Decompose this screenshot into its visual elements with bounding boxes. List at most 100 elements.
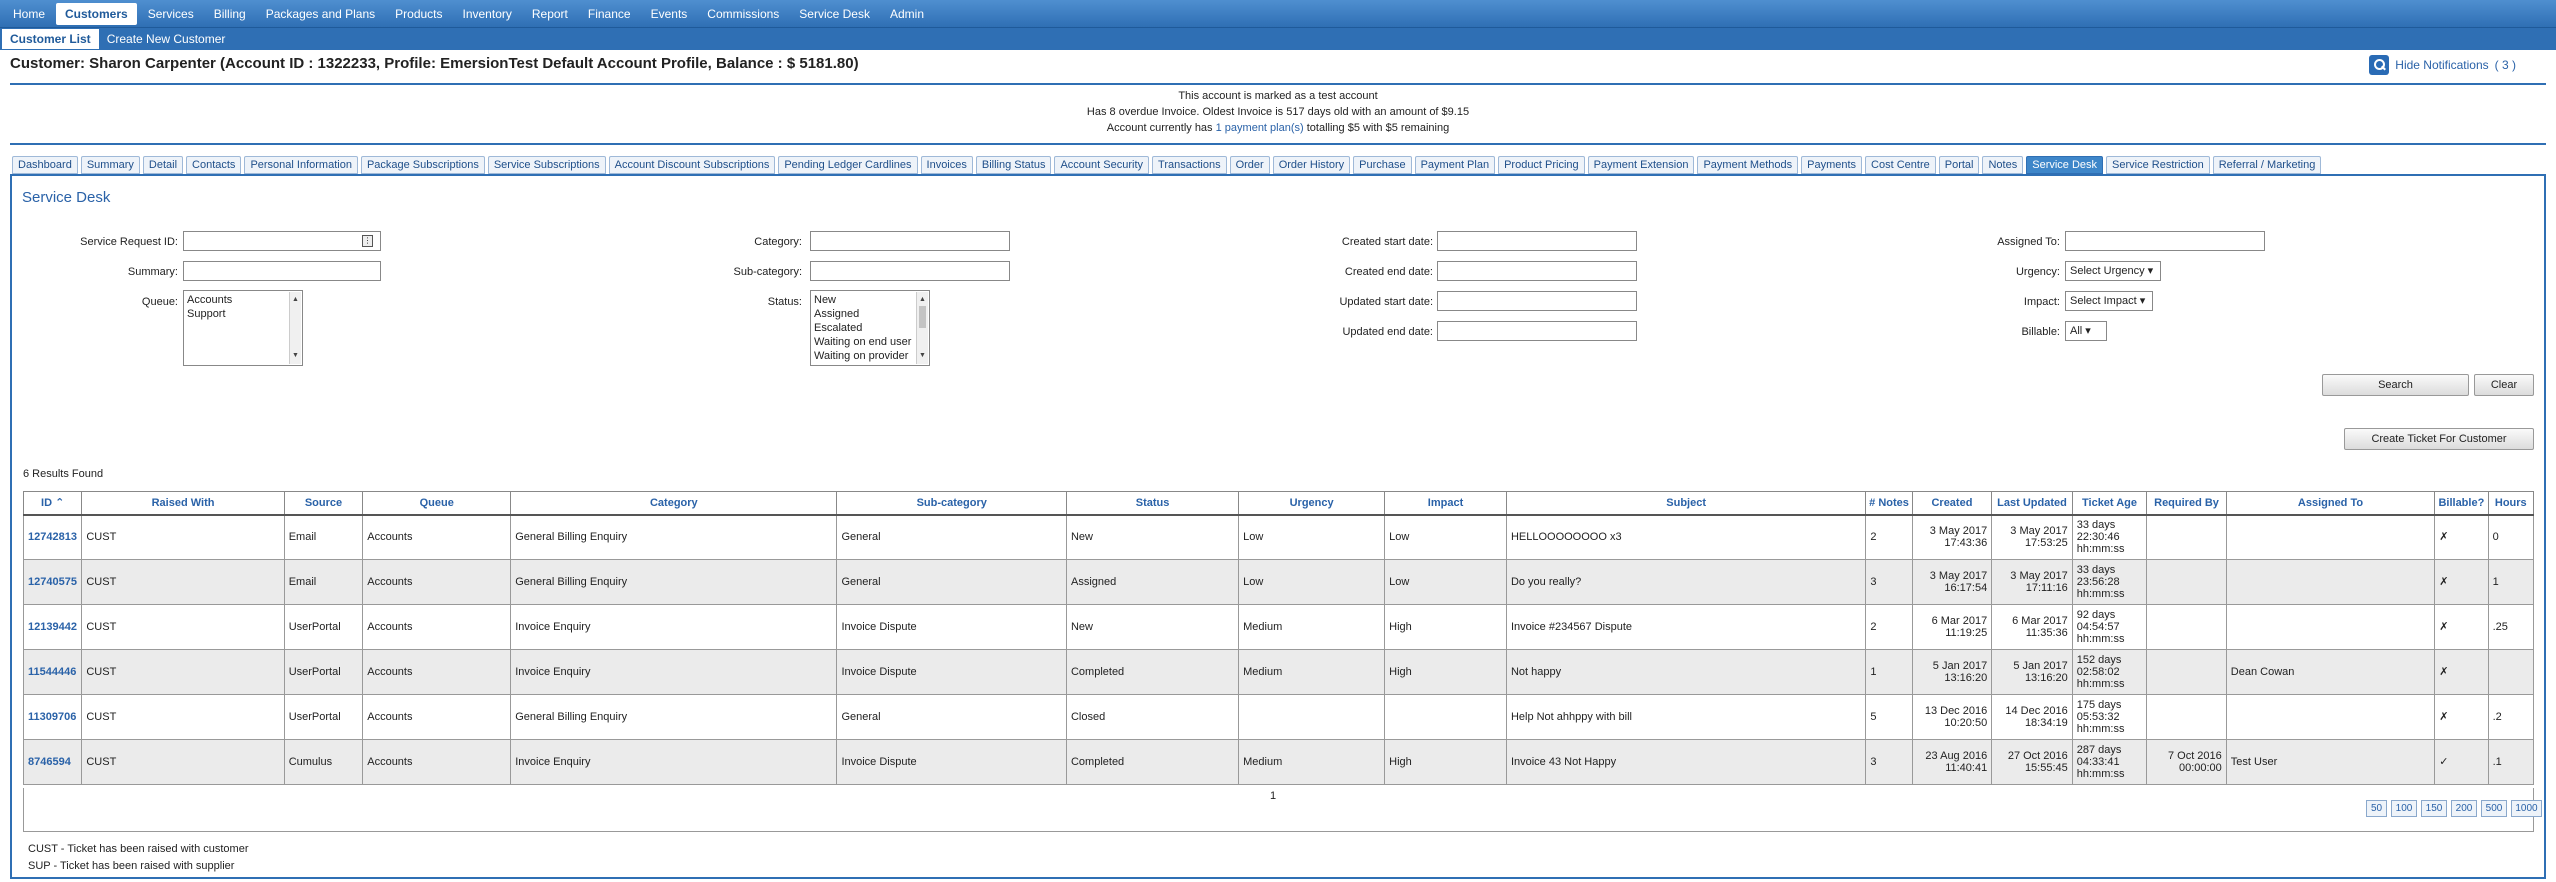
tab-payment-extension[interactable]: Payment Extension <box>1587 156 1695 174</box>
tab-dashboard[interactable]: Dashboard <box>12 156 78 174</box>
clear-button[interactable]: Clear <box>2474 374 2534 396</box>
assigned-to-input[interactable] <box>2065 231 2265 251</box>
service-request-id-input[interactable] <box>183 231 381 251</box>
tab-referral-marketing[interactable]: Referral / Marketing <box>2212 156 2322 174</box>
hide-notifications-link[interactable]: Hide Notifications <box>2395 58 2488 72</box>
column-header-id[interactable]: ID ⌃ <box>22 491 83 516</box>
cell-id[interactable]: 12139442 <box>22 604 83 650</box>
cell-id[interactable]: 8746594 <box>22 739 83 785</box>
page-size-200[interactable]: 200 <box>2451 800 2477 817</box>
page-size-100[interactable]: 100 <box>2391 800 2417 817</box>
table-row[interactable]: 11544446 CUST UserPortal Accounts Invoice En… <box>22 649 2535 695</box>
notifications-toggle[interactable]: Hide Notifications ( 3 ) <box>2369 55 2516 75</box>
nav-products[interactable]: Products <box>386 3 451 25</box>
column-header-last-updated[interactable]: Last Updated <box>1991 491 2073 516</box>
tab-detail[interactable]: Detail <box>142 156 184 174</box>
tab-order[interactable]: Order <box>1229 156 1270 174</box>
tab-product-pricing[interactable]: Product Pricing <box>1498 156 1585 174</box>
search-notification-icon[interactable] <box>2369 55 2390 75</box>
tab-order-history[interactable]: Order History <box>1272 156 1351 174</box>
created-end-input[interactable] <box>1437 261 1637 281</box>
nav-inventory[interactable]: Inventory <box>454 3 521 25</box>
tab-service-restriction[interactable]: Service Restriction <box>2106 156 2210 174</box>
column-header-notes[interactable]: # Notes <box>1865 491 1913 516</box>
create-ticket-button[interactable]: Create Ticket For Customer <box>2344 428 2534 450</box>
tab-contacts[interactable]: Contacts <box>186 156 242 174</box>
updated-start-input[interactable] <box>1437 291 1637 311</box>
created-start-input[interactable] <box>1437 231 1637 251</box>
tab-summary[interactable]: Summary <box>80 156 140 174</box>
column-header-assigned-to[interactable]: Assigned To <box>2225 491 2436 516</box>
queue-listbox[interactable]: Accounts Support ▲ ▼ <box>183 290 303 366</box>
column-header-urgency[interactable]: Urgency <box>1238 491 1386 516</box>
column-header-subject[interactable]: Subject <box>1505 491 1867 516</box>
subnav-create-new-customer[interactable]: Create New Customer <box>99 29 234 49</box>
calculator-icon[interactable]: ⋮ <box>362 235 373 247</box>
cell-id[interactable]: 11309706 <box>22 694 83 740</box>
column-header-impact[interactable]: Impact <box>1384 491 1507 516</box>
tab-account-discount-subscriptions[interactable]: Account Discount Subscriptions <box>608 156 776 174</box>
nav-billing[interactable]: Billing <box>205 3 255 25</box>
column-header-required-by[interactable]: Required By <box>2146 491 2227 516</box>
nav-packages-and-plans[interactable]: Packages and Plans <box>257 3 384 25</box>
table-row[interactable]: 8746594 CUST Cumulus Accounts Invoice Enquir… <box>22 739 2535 785</box>
queue-scrollbar[interactable]: ▲ ▼ <box>289 292 301 364</box>
tab-payments[interactable]: Payments <box>1801 156 1863 174</box>
column-header-hours[interactable]: Hours <box>2487 491 2535 516</box>
urgency-select[interactable]: Select Urgency ▾ <box>2065 261 2161 281</box>
impact-select[interactable]: Select Impact ▾ <box>2065 291 2153 311</box>
status-option[interactable]: Waiting on end user <box>814 335 926 349</box>
nav-events[interactable]: Events <box>642 3 697 25</box>
column-header-status[interactable]: Status <box>1065 491 1240 516</box>
status-option[interactable]: Assigned <box>814 307 926 321</box>
summary-input[interactable] <box>183 261 381 281</box>
status-option[interactable]: New <box>814 293 926 307</box>
tab-payment-methods[interactable]: Payment Methods <box>1697 156 1799 174</box>
column-header-created[interactable]: Created <box>1911 491 1993 516</box>
column-header-sub-category[interactable]: Sub-category <box>836 491 1067 516</box>
page-number[interactable]: 1 <box>1270 790 1276 802</box>
page-size-1000[interactable]: 1000 <box>2511 800 2542 817</box>
page-size-50[interactable]: 50 <box>2366 800 2387 817</box>
tab-pending-ledger-cardlines[interactable]: Pending Ledger Cardlines <box>778 156 918 174</box>
queue-option[interactable]: Accounts <box>187 293 299 307</box>
status-scrollbar[interactable]: ▲ ▼ <box>916 292 928 364</box>
sort-ascending-icon[interactable]: ⌃ <box>52 497 64 509</box>
status-option[interactable]: Escalated <box>814 321 926 335</box>
nav-customers[interactable]: Customers <box>56 2 137 25</box>
nav-services[interactable]: Services <box>139 3 203 25</box>
nav-commissions[interactable]: Commissions <box>698 3 788 25</box>
tab-portal[interactable]: Portal <box>1938 156 1980 174</box>
status-listbox[interactable]: New Assigned Escalated Waiting on end us… <box>810 290 930 366</box>
cell-id[interactable]: 11544446 <box>22 649 83 695</box>
updated-end-input[interactable] <box>1437 321 1637 341</box>
tab-purchase[interactable]: Purchase <box>1353 156 1412 174</box>
tab-transactions[interactable]: Transactions <box>1152 156 1227 174</box>
nav-finance[interactable]: Finance <box>579 3 640 25</box>
tab-cost-centre[interactable]: Cost Centre <box>1865 156 1936 174</box>
table-row[interactable]: 12740575 CUST Email Accounts General Billing… <box>22 559 2535 605</box>
column-header-raised-with[interactable]: Raised With <box>81 491 285 516</box>
table-row[interactable]: 11309706 CUST UserPortal Accounts General Bi… <box>22 694 2535 740</box>
page-size-150[interactable]: 150 <box>2421 800 2447 817</box>
table-row[interactable]: 12742813 CUST Email Accounts General Billing… <box>22 514 2535 560</box>
column-header-billable[interactable]: Billable? <box>2434 491 2489 516</box>
column-header-source[interactable]: Source <box>283 491 364 516</box>
tab-personal-information[interactable]: Personal Information <box>244 156 358 174</box>
payment-plan-link[interactable]: 1 payment plan(s) <box>1216 122 1304 134</box>
tab-invoices[interactable]: Invoices <box>920 156 973 174</box>
page-size-500[interactable]: 500 <box>2481 800 2507 817</box>
billable-select[interactable]: All ▾ <box>2065 321 2107 341</box>
nav-report[interactable]: Report <box>523 3 577 25</box>
table-row[interactable]: 12139442 CUST UserPortal Accounts Invoice En… <box>22 604 2535 650</box>
tab-service-subscriptions[interactable]: Service Subscriptions <box>487 156 606 174</box>
tab-service-desk[interactable]: Service Desk <box>2026 156 2104 174</box>
tab-account-security[interactable]: Account Security <box>1054 156 1150 174</box>
nav-service-desk[interactable]: Service Desk <box>790 3 879 25</box>
column-header-queue[interactable]: Queue <box>362 491 512 516</box>
column-header-ticket-age[interactable]: Ticket Age <box>2071 491 2148 516</box>
sub-category-input[interactable] <box>810 261 1010 281</box>
tab-notes[interactable]: Notes <box>1982 156 2024 174</box>
subnav-customer-list[interactable]: Customer List <box>2 29 99 49</box>
queue-option[interactable]: Support <box>187 307 299 321</box>
